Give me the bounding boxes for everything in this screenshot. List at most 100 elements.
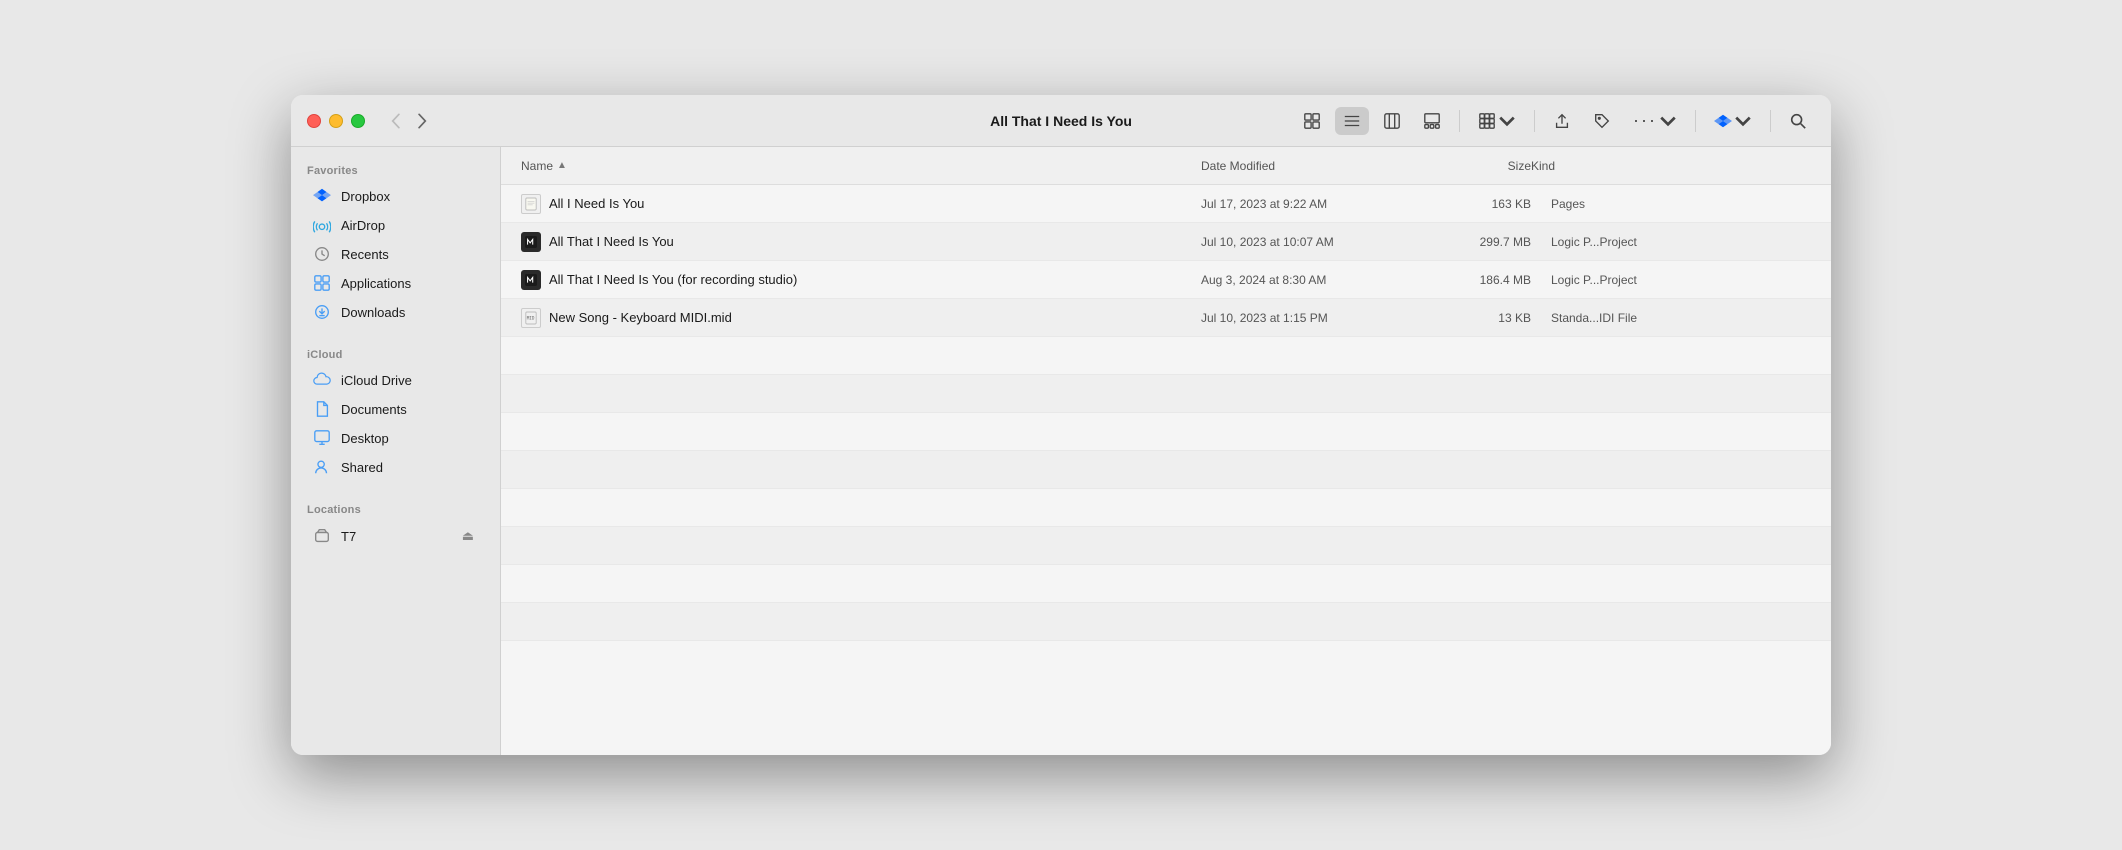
favorites-label: Favorites bbox=[291, 159, 500, 181]
sort-arrow: ▲ bbox=[557, 160, 567, 171]
icloud-drive-label: iCloud Drive bbox=[341, 373, 412, 388]
sidebar-item-t7[interactable]: T7 ⏏ bbox=[297, 521, 494, 551]
file-kind: Logic P...Project bbox=[1531, 273, 1811, 287]
applications-label: Applications bbox=[341, 276, 411, 291]
file-date: Jul 10, 2023 at 10:07 AM bbox=[1201, 235, 1431, 249]
downloads-label: Downloads bbox=[341, 305, 405, 320]
file-row[interactable]: All That I Need Is You (for recording st… bbox=[501, 261, 1831, 299]
file-name: All That I Need Is You (for recording st… bbox=[549, 272, 797, 287]
sidebar-item-dropbox[interactable]: Dropbox bbox=[297, 182, 494, 210]
empty-row bbox=[501, 451, 1831, 489]
eject-button[interactable]: ⏏ bbox=[458, 526, 478, 546]
date-column-header[interactable]: Date Modified bbox=[1201, 159, 1431, 173]
file-size: 186.4 MB bbox=[1431, 273, 1531, 287]
empty-row bbox=[501, 413, 1831, 451]
empty-row bbox=[501, 565, 1831, 603]
empty-row bbox=[501, 337, 1831, 375]
file-row[interactable]: All I Need Is You Jul 17, 2023 at 9:22 A… bbox=[501, 185, 1831, 223]
sidebar-item-desktop[interactable]: Desktop bbox=[297, 424, 494, 452]
file-kind: Logic P...Project bbox=[1531, 235, 1811, 249]
divider3 bbox=[1695, 110, 1696, 132]
list-view-button[interactable] bbox=[1335, 107, 1369, 135]
file-name-cell: MID New Song - Keyboard MIDI.mid bbox=[521, 308, 1201, 328]
finder-window: All That I Need Is You bbox=[291, 95, 1831, 755]
file-row[interactable]: MID New Song - Keyboard MIDI.mid Jul 10,… bbox=[501, 299, 1831, 337]
empty-row bbox=[501, 527, 1831, 565]
pages-file-icon bbox=[521, 194, 541, 214]
file-name-cell: All I Need Is You bbox=[521, 194, 1201, 214]
sidebar-item-recents[interactable]: Recents bbox=[297, 240, 494, 268]
svg-text:MID: MID bbox=[527, 315, 535, 321]
back-button[interactable] bbox=[385, 109, 407, 133]
icloud-drive-icon bbox=[313, 371, 331, 389]
drive-icon bbox=[313, 527, 331, 545]
recents-label: Recents bbox=[341, 247, 389, 262]
file-size: 163 KB bbox=[1431, 197, 1531, 211]
t7-label: T7 bbox=[341, 529, 356, 544]
kind-column-header[interactable]: Kind bbox=[1531, 159, 1811, 173]
documents-icon bbox=[313, 400, 331, 418]
share-button[interactable] bbox=[1545, 107, 1579, 135]
file-date: Aug 3, 2024 at 8:30 AM bbox=[1201, 273, 1431, 287]
sidebar-item-applications[interactable]: Applications bbox=[297, 269, 494, 297]
sidebar-item-shared[interactable]: Shared bbox=[297, 453, 494, 481]
file-name-cell: All That I Need Is You bbox=[521, 232, 1201, 252]
shared-label: Shared bbox=[341, 460, 383, 475]
dropbox-label: Dropbox bbox=[341, 189, 390, 204]
file-name: All I Need Is You bbox=[549, 196, 644, 211]
locations-label: Locations bbox=[291, 498, 500, 520]
size-column-header[interactable]: Size bbox=[1431, 159, 1531, 173]
file-name: New Song - Keyboard MIDI.mid bbox=[549, 310, 732, 325]
sidebar-item-icloud-drive[interactable]: iCloud Drive bbox=[297, 366, 494, 394]
close-button[interactable] bbox=[307, 114, 321, 128]
logic-file-icon bbox=[521, 232, 541, 252]
airdrop-label: AirDrop bbox=[341, 218, 385, 233]
midi-file-icon: MID bbox=[521, 308, 541, 328]
file-size: 299.7 MB bbox=[1431, 235, 1531, 249]
more-button[interactable]: ··· bbox=[1625, 105, 1685, 136]
traffic-lights bbox=[307, 114, 365, 128]
sidebar-item-documents[interactable]: Documents bbox=[297, 395, 494, 423]
downloads-icon bbox=[313, 303, 331, 321]
file-name: All That I Need Is You bbox=[549, 234, 674, 249]
maximize-button[interactable] bbox=[351, 114, 365, 128]
apps-button[interactable] bbox=[1470, 107, 1524, 135]
toolbar-right: ··· bbox=[1295, 105, 1815, 136]
nav-buttons bbox=[385, 109, 433, 133]
sidebar: Favorites Dropbox bbox=[291, 147, 501, 755]
file-kind: Standa...IDI File bbox=[1531, 311, 1811, 325]
divider2 bbox=[1534, 110, 1535, 132]
sidebar-item-airdrop[interactable]: AirDrop bbox=[297, 211, 494, 239]
column-headers: Name ▲ Date Modified Size Kind bbox=[501, 147, 1831, 185]
file-kind: Pages bbox=[1531, 197, 1811, 211]
column-view-button[interactable] bbox=[1375, 107, 1409, 135]
sidebar-item-downloads[interactable]: Downloads bbox=[297, 298, 494, 326]
file-size: 13 KB bbox=[1431, 311, 1531, 325]
gallery-view-button[interactable] bbox=[1415, 107, 1449, 135]
tag-button[interactable] bbox=[1585, 107, 1619, 135]
file-date: Jul 17, 2023 at 9:22 AM bbox=[1201, 197, 1431, 211]
titlebar: All That I Need Is You bbox=[291, 95, 1831, 147]
file-row[interactable]: All That I Need Is You Jul 10, 2023 at 1… bbox=[501, 223, 1831, 261]
icon-view-button[interactable] bbox=[1295, 107, 1329, 135]
desktop-label: Desktop bbox=[341, 431, 389, 446]
dropbox-icon bbox=[313, 187, 331, 205]
file-list: All I Need Is You Jul 17, 2023 at 9:22 A… bbox=[501, 185, 1831, 755]
icloud-label: iCloud bbox=[291, 343, 500, 365]
sidebar-divider-1 bbox=[291, 327, 500, 343]
empty-row bbox=[501, 375, 1831, 413]
empty-row bbox=[501, 603, 1831, 641]
divider4 bbox=[1770, 110, 1771, 132]
divider1 bbox=[1459, 110, 1460, 132]
forward-button[interactable] bbox=[411, 109, 433, 133]
documents-label: Documents bbox=[341, 402, 407, 417]
file-area: Name ▲ Date Modified Size Kind bbox=[501, 147, 1831, 755]
minimize-button[interactable] bbox=[329, 114, 343, 128]
logic-file-icon-2 bbox=[521, 270, 541, 290]
window-title: All That I Need Is You bbox=[990, 113, 1132, 129]
name-column-header[interactable]: Name ▲ bbox=[521, 159, 1201, 173]
dropbox-button[interactable] bbox=[1706, 107, 1760, 135]
applications-icon bbox=[313, 274, 331, 292]
file-date: Jul 10, 2023 at 1:15 PM bbox=[1201, 311, 1431, 325]
search-button[interactable] bbox=[1781, 107, 1815, 135]
